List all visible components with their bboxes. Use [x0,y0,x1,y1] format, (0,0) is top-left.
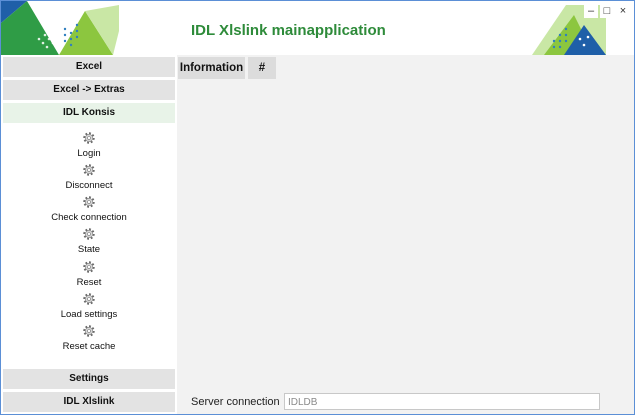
gear-icon [82,163,96,177]
tab-information[interactable]: Information [178,57,245,79]
minimize-button[interactable]: – [584,4,598,18]
page-title: IDL Xlslink mainapplication [191,22,386,39]
sidebar-item-label: Login [77,148,101,159]
maximize-button[interactable]: □ [600,4,614,18]
gear-icon [82,195,96,209]
brand-logo-left [1,1,119,55]
close-button[interactable]: × [616,4,630,18]
gear-icon [82,131,96,145]
status-bar: Server connection IDLDB [177,392,634,414]
server-connection-field[interactable]: IDLDB [284,393,600,410]
sidebar-item-login[interactable]: Login [1,131,177,163]
gear-icon [82,227,96,241]
tab-hash[interactable]: # [248,57,276,79]
sidebar-item-reset[interactable]: Reset [1,260,177,292]
sidebar-item-label: Reset cache [62,341,116,352]
sidebar-section-idl-konsis[interactable]: IDL Konsis [3,103,175,123]
gear-icon [82,324,96,338]
sidebar-item-label: State [77,244,101,255]
gear-icon [82,260,96,274]
sidebar: Excel Excel -> Extras IDL Konsis Login D… [1,55,177,414]
title-bar: IDL Xlslink mainapplication – □ × [1,1,634,55]
sidebar-item-reset-cache[interactable]: Reset cache [1,324,177,356]
sidebar-section-excel[interactable]: Excel [3,57,175,77]
window-controls: – □ × [584,4,630,18]
sidebar-item-disconnect[interactable]: Disconnect [1,163,177,195]
sidebar-item-label: Check connection [51,212,127,223]
gear-icon [82,292,96,306]
server-connection-label: Server connection [191,396,280,408]
sidebar-item-check-connection[interactable]: Check connection [1,195,177,227]
sidebar-item-label: Load settings [60,309,118,320]
sidebar-item-label: Reset [76,277,102,288]
content-area: Information # [177,55,634,392]
sidebar-item-label: Disconnect [65,180,113,191]
sidebar-item-load-settings[interactable]: Load settings [1,292,177,324]
main-window: IDL Xlslink mainapplication – □ × Excel … [0,0,635,415]
sidebar-section-idl-xlslink[interactable]: IDL Xlslink [3,392,175,412]
sidebar-section-excel-extras[interactable]: Excel -> Extras [3,80,175,100]
sidebar-section-settings[interactable]: Settings [3,369,175,389]
sidebar-item-state[interactable]: State [1,227,177,259]
